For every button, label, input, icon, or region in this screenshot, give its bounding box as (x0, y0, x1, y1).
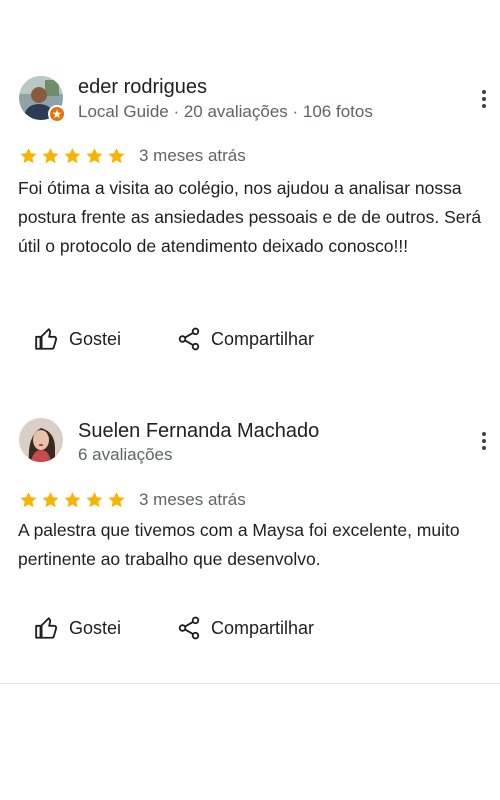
reviews-page: eder rodrigues Local Guide · 20 avaliaçõ… (0, 0, 500, 800)
review-text: Foi ótima a visita ao colégio, nos ajudo… (18, 178, 482, 256)
review-actions: Gostei Compartilhar (34, 326, 314, 352)
author-meta: Local Guide · 20 avaliações · 106 fotos (78, 102, 373, 121)
rating-row: 3 meses atrás (18, 146, 246, 166)
thumb-up-outline-icon (35, 328, 58, 350)
thumb-up-outline-icon (35, 617, 58, 639)
star-icon (108, 148, 125, 164)
avatar[interactable] (19, 76, 66, 123)
star-icon (86, 148, 103, 164)
star-icon (20, 492, 37, 508)
star-icon (42, 148, 59, 164)
like-label: Gostei (69, 617, 122, 638)
more-vert-icon[interactable] (476, 84, 492, 114)
review-actions: Gostei Compartilhar (34, 615, 314, 641)
more-vert-icon[interactable] (476, 426, 492, 456)
star-rating (18, 490, 127, 510)
star-rating (18, 146, 127, 166)
share-icon (178, 616, 200, 640)
share-button[interactable]: Compartilhar (176, 326, 314, 352)
star-icon (64, 148, 81, 164)
star-icon (64, 492, 81, 508)
share-icon (178, 327, 200, 351)
review-date: 3 meses atrás (139, 146, 246, 165)
share-button[interactable]: Compartilhar (176, 615, 314, 641)
star-icon (20, 148, 37, 164)
rating-row: 3 meses atrás (18, 490, 246, 510)
divider (0, 683, 500, 684)
author-meta: 6 avaliações (78, 445, 173, 464)
avatar[interactable] (19, 418, 63, 462)
star-icon (42, 492, 59, 508)
like-button[interactable]: Gostei (34, 326, 176, 352)
review-text: A palestra que tivemos com a Maysa foi e… (18, 520, 460, 569)
local-guide-badge-icon (48, 105, 66, 123)
like-button[interactable]: Gostei (34, 615, 176, 641)
share-label: Compartilhar (211, 617, 315, 638)
share-label: Compartilhar (211, 328, 315, 349)
author-name[interactable]: Suelen Fernanda Machado (78, 420, 319, 443)
star-icon (86, 492, 103, 508)
author-name[interactable]: eder rodrigues (78, 76, 207, 99)
star-icon (108, 492, 125, 508)
like-label: Gostei (69, 328, 122, 349)
review-date: 3 meses atrás (139, 490, 246, 509)
